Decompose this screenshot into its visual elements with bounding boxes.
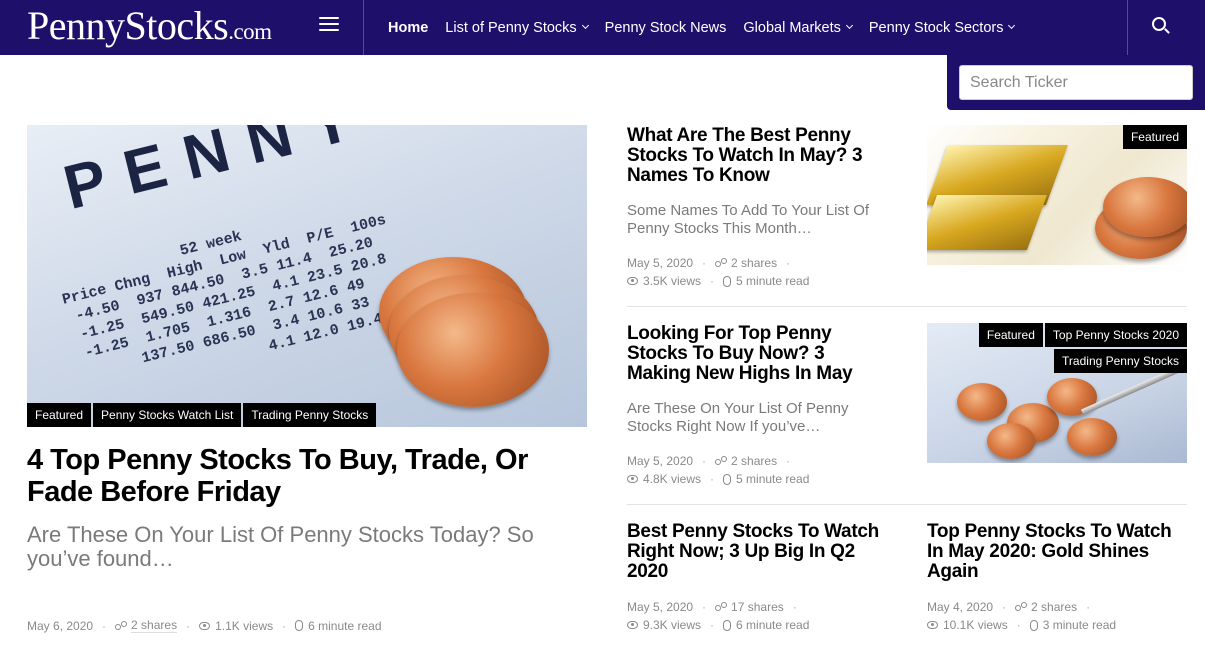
card-title[interactable]: What Are The Best Penny Stocks To Watch … [627, 126, 887, 186]
nav-label: Global Markets [743, 19, 841, 36]
eye-icon [199, 621, 211, 630]
divider [627, 306, 1187, 307]
card-tags: Featured Top Penny Stocks 2020 Trading P… [957, 323, 1187, 373]
eye-icon [927, 621, 938, 629]
tag-featured[interactable]: Featured [1122, 125, 1187, 149]
share-icon [115, 620, 128, 631]
chevron-down-icon [845, 21, 853, 30]
eye-icon [627, 475, 638, 483]
post-date: May 5, 2020 [627, 600, 694, 614]
card-meta: May 4, 2020 · 2 shares · [927, 600, 1091, 614]
card-meta: May 5, 2020 · 17 shares · [627, 600, 797, 614]
penny-coin [1103, 177, 1187, 237]
penny-coin [987, 423, 1035, 459]
divider [627, 504, 1187, 505]
tag-watch-list[interactable]: Penny Stocks Watch List [93, 403, 242, 427]
hero-excerpt: Are These On Your List Of Penny Stocks T… [27, 522, 534, 571]
divider [363, 0, 364, 55]
card-thumbnail[interactable]: Featured Top Penny Stocks 2020 Trading P… [927, 323, 1187, 463]
read-time: 6 minute read [308, 618, 382, 633]
read-time: 5 minute read [736, 472, 810, 486]
menu-icon[interactable] [319, 17, 339, 33]
post-date: May 6, 2020 [27, 618, 94, 633]
eye-icon [627, 621, 638, 629]
card-meta: 10.1K views · 3 minute read [927, 618, 1116, 632]
logo-main: PennyStocks [27, 3, 229, 48]
card-meta: 9.3K views · 6 minute read [627, 618, 809, 632]
hero-tags: Featured Penny Stocks Watch List Trading… [27, 403, 377, 427]
top-navigation-bar: PennyStocks.com Home List of Penny Stock… [0, 0, 1205, 55]
tag-trading[interactable]: Trading Penny Stocks [1054, 349, 1187, 373]
share-count[interactable]: 2 shares [1031, 600, 1077, 614]
search-ticker-input[interactable] [959, 65, 1193, 100]
post-date: May 5, 2020 [627, 454, 694, 468]
hero-title[interactable]: 4 Top Penny Stocks To Buy, Trade, Or Fad… [27, 444, 587, 508]
eye-icon [627, 277, 638, 285]
card-tags: Featured [1122, 125, 1187, 149]
search-icon[interactable] [1152, 17, 1170, 35]
tag-featured[interactable]: Featured [978, 323, 1043, 347]
share-count[interactable]: 2 shares [731, 454, 777, 468]
chevron-down-icon [581, 21, 589, 30]
hero-image-table: 52 week Price Chng High Low Yld P/E 100s… [47, 211, 389, 404]
main-nav: Home List of Penny Stocks Penny Stock Ne… [388, 0, 1031, 55]
share-count[interactable]: 2 shares [731, 256, 777, 270]
view-count: 9.3K views [643, 618, 702, 632]
card-meta: May 5, 2020 · 2 shares · [627, 256, 791, 270]
site-logo[interactable]: PennyStocks.com [27, 2, 272, 49]
stopwatch-icon [723, 473, 732, 485]
nav-label: List of Penny Stocks [445, 19, 577, 36]
view-count: 1.1K views [215, 618, 274, 633]
read-time: 5 minute read [736, 274, 810, 288]
nav-label: Penny Stock Sectors [868, 19, 1004, 36]
penny-coin [957, 383, 1007, 421]
view-count: 3.5K views [643, 274, 702, 288]
post-date: May 5, 2020 [627, 256, 694, 270]
share-icon [715, 602, 728, 612]
card-title[interactable]: Looking For Top Penny Stocks To Buy Now?… [627, 324, 887, 384]
divider [1127, 0, 1128, 55]
penny-coin [397, 293, 549, 407]
hero-image[interactable]: PENNY STOCKS 52 week Price Chng High Low… [27, 125, 587, 427]
share-count[interactable]: 2 shares [131, 618, 178, 633]
nav-penny-stock-news[interactable]: Penny Stock News [605, 20, 727, 36]
search-dropdown [947, 55, 1205, 110]
card-excerpt: Some Names To Add To Your List Of Penny … [627, 202, 870, 237]
read-time: 6 minute read [736, 618, 810, 632]
view-count: 10.1K views [943, 618, 1008, 632]
nav-list-of-penny-stocks[interactable]: List of Penny Stocks [445, 19, 589, 36]
post-date: May 4, 2020 [927, 600, 994, 614]
chevron-down-icon [1008, 21, 1016, 30]
hero-meta: May 6, 2020 · 2 shares · 1.1K views · 6 min… [27, 618, 382, 633]
stopwatch-icon [723, 619, 732, 631]
card-excerpt: Are These On Your List Of Penny Stocks R… [627, 400, 849, 435]
nav-global-markets[interactable]: Global Markets [743, 19, 853, 36]
card-title[interactable]: Top Penny Stocks To Watch In May 2020: G… [927, 522, 1187, 582]
stopwatch-icon [295, 620, 304, 631]
gold-bar [927, 195, 1048, 250]
share-icon [715, 258, 728, 268]
card-meta: 4.8K views · 5 minute read [627, 472, 809, 486]
share-icon [1015, 602, 1028, 612]
nav-penny-stock-sectors[interactable]: Penny Stock Sectors [868, 19, 1016, 36]
share-icon [715, 456, 728, 466]
card-title[interactable]: Best Penny Stocks To Watch Right Now; 3 … [627, 522, 887, 582]
logo-domain: .com [228, 19, 272, 44]
tag-top-penny-stocks-2020[interactable]: Top Penny Stocks 2020 [1044, 323, 1187, 347]
penny-coin [1067, 418, 1117, 456]
share-count[interactable]: 17 shares [731, 600, 784, 614]
stopwatch-icon [723, 275, 732, 287]
card-thumbnail[interactable]: Featured [927, 125, 1187, 265]
view-count: 4.8K views [643, 472, 702, 486]
read-time: 3 minute read [1042, 618, 1117, 632]
card-meta: May 5, 2020 · 2 shares · [627, 454, 791, 468]
stopwatch-icon [1029, 619, 1038, 631]
nav-home[interactable]: Home [388, 20, 428, 36]
tag-featured[interactable]: Featured [27, 403, 92, 427]
card-meta: 3.5K views · 5 minute read [627, 274, 809, 288]
tag-trading[interactable]: Trading Penny Stocks [243, 403, 377, 427]
